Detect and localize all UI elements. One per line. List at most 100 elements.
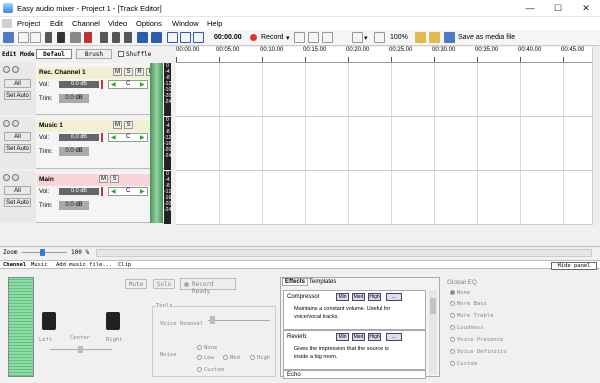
effect-min-button[interactable]: Min	[336, 333, 349, 341]
list-icon[interactable]	[352, 32, 363, 43]
effect-more-button[interactable]: ...	[386, 293, 402, 301]
toggle-icon[interactable]	[12, 66, 19, 73]
tab-templates[interactable]: Templates	[309, 279, 336, 285]
vertical-scrollbar[interactable]	[592, 47, 600, 225]
effect-high-button[interactable]: High	[368, 293, 381, 301]
record-icon[interactable]	[250, 34, 257, 41]
delete-icon[interactable]	[84, 32, 92, 43]
eq-more-treble-radio[interactable]	[450, 313, 455, 318]
tab-add-music[interactable]: Add music file...	[56, 262, 112, 268]
record-button[interactable]: Record	[261, 34, 284, 41]
effects-scrollbar-thumb[interactable]	[430, 298, 436, 314]
record-arm-button[interactable]: R	[135, 68, 144, 76]
disk-icon[interactable]	[444, 32, 455, 43]
timeline-ruler[interactable]: 00:00.00 00:05.00 00:10.00 00:15.00 00:2…	[176, 47, 592, 63]
pan-control[interactable]: ◀ C ▶	[108, 133, 148, 142]
save-icon[interactable]	[3, 32, 14, 43]
noise-low-radio[interactable]	[197, 355, 202, 360]
mute-button[interactable]: M	[113, 121, 122, 129]
effect-more-button[interactable]: ...	[386, 333, 402, 341]
noise-custom-radio[interactable]	[197, 367, 202, 372]
split-icon[interactable]	[57, 32, 65, 43]
shuffle-checkbox[interactable]	[118, 51, 124, 57]
toggle-icon[interactable]	[12, 120, 19, 127]
mute-channel-button[interactable]: Mute	[125, 279, 147, 289]
menu-edit[interactable]: Edit	[50, 19, 63, 28]
effect-min-button[interactable]: Min	[336, 293, 349, 301]
toggle-icon[interactable]	[3, 174, 10, 181]
volume-slider[interactable]: 0.0 dB	[59, 81, 99, 88]
effect-high-button[interactable]: High	[368, 333, 381, 341]
effect-med-button[interactable]: Med	[352, 333, 365, 341]
menu-help[interactable]: Help	[207, 19, 222, 28]
mute-button[interactable]: M	[113, 68, 122, 76]
menu-project[interactable]: Project	[17, 19, 40, 28]
toggle-icon[interactable]	[3, 66, 10, 73]
list-dropdown-icon[interactable]: ▾	[364, 34, 368, 42]
noise-high-radio[interactable]	[250, 355, 255, 360]
balance-thumb[interactable]	[78, 346, 83, 353]
zoom-slider-thumb[interactable]	[40, 249, 45, 256]
tool-icon-2[interactable]	[112, 32, 120, 43]
eq-custom-radio[interactable]	[450, 361, 455, 366]
undo-icon[interactable]	[18, 32, 29, 43]
save-as-media-button[interactable]: Save as media file	[458, 34, 515, 41]
minimize-button[interactable]: —	[516, 1, 544, 15]
default-mode-button[interactable]: Defaul	[36, 49, 72, 59]
brush-mode-button[interactable]: Brush	[76, 49, 112, 59]
mute-button[interactable]: M	[99, 175, 108, 183]
stop-icon[interactable]	[193, 32, 204, 43]
loop-icon[interactable]	[308, 32, 319, 43]
trim-value[interactable]: 0.0 dB	[59, 201, 89, 210]
noise-none-radio[interactable]	[197, 345, 202, 350]
toggle-icon[interactable]	[3, 120, 10, 127]
eq-loudness-radio[interactable]	[450, 325, 455, 330]
tab-channel[interactable]: Channel	[3, 262, 26, 268]
effect-med-button[interactable]: Med	[352, 293, 365, 301]
copy-icon[interactable]	[70, 32, 81, 43]
volume-slider[interactable]: 0.0 dB	[59, 134, 99, 141]
tool-icon-3[interactable]	[124, 32, 132, 43]
effect-echo[interactable]: Echo	[283, 370, 426, 379]
set-auto-button[interactable]: Set Auto	[4, 91, 31, 100]
all-button[interactable]: All	[4, 79, 31, 88]
solo-button[interactable]: S	[124, 68, 133, 76]
eq-voice-definition-radio[interactable]	[450, 349, 455, 354]
close-button[interactable]: ✕	[572, 1, 600, 15]
eq-none-radio[interactable]	[450, 290, 455, 295]
cut-icon[interactable]	[45, 32, 52, 43]
voice-removal-thumb[interactable]	[210, 316, 215, 324]
timeline-grid[interactable]	[176, 63, 592, 225]
fast-forward-icon[interactable]	[151, 32, 162, 43]
effect-compressor[interactable]: Compressor Min Med High ... Maintains a …	[283, 290, 426, 330]
mixer-icon[interactable]	[294, 32, 305, 43]
tab-clip[interactable]: Clip	[118, 262, 131, 268]
toggle-icon[interactable]	[12, 174, 19, 181]
set-auto-button[interactable]: Set Auto	[4, 198, 31, 207]
record-ready-button[interactable]: Record Ready	[180, 278, 236, 295]
eq-more-bass-radio[interactable]	[450, 301, 455, 306]
volume-slider[interactable]: 0.0 dB	[59, 188, 99, 195]
menu-window[interactable]: Window	[172, 19, 199, 28]
solo-button[interactable]: S	[124, 121, 133, 129]
menu-video[interactable]: Video	[108, 19, 127, 28]
effect-reverb[interactable]: Reverb Min Med High ... Gives the impres…	[283, 330, 426, 370]
record-dropdown-icon[interactable]: ▾	[286, 34, 290, 42]
trim-value[interactable]: 0.0 dB	[59, 94, 89, 103]
system-menu-icon[interactable]	[2, 19, 12, 28]
menu-channel[interactable]: Channel	[72, 19, 100, 28]
solo-button[interactable]: S	[110, 175, 119, 183]
speaker-icon[interactable]	[374, 32, 385, 43]
solo-channel-button[interactable]: Solo	[153, 279, 175, 289]
all-button[interactable]: All	[4, 132, 31, 141]
play-icon[interactable]	[167, 32, 178, 43]
horizontal-scrollbar[interactable]	[96, 249, 592, 257]
noise-med-radio[interactable]	[223, 355, 228, 360]
rewind-icon[interactable]	[137, 32, 148, 43]
redo-icon[interactable]	[30, 32, 41, 43]
metronome-icon[interactable]	[322, 32, 333, 43]
tool-icon-1[interactable]	[100, 32, 108, 43]
trim-value[interactable]: 0.0 dB	[59, 147, 89, 156]
all-button[interactable]: All	[4, 186, 31, 195]
hide-panel-button[interactable]: Hide panel	[551, 262, 597, 270]
